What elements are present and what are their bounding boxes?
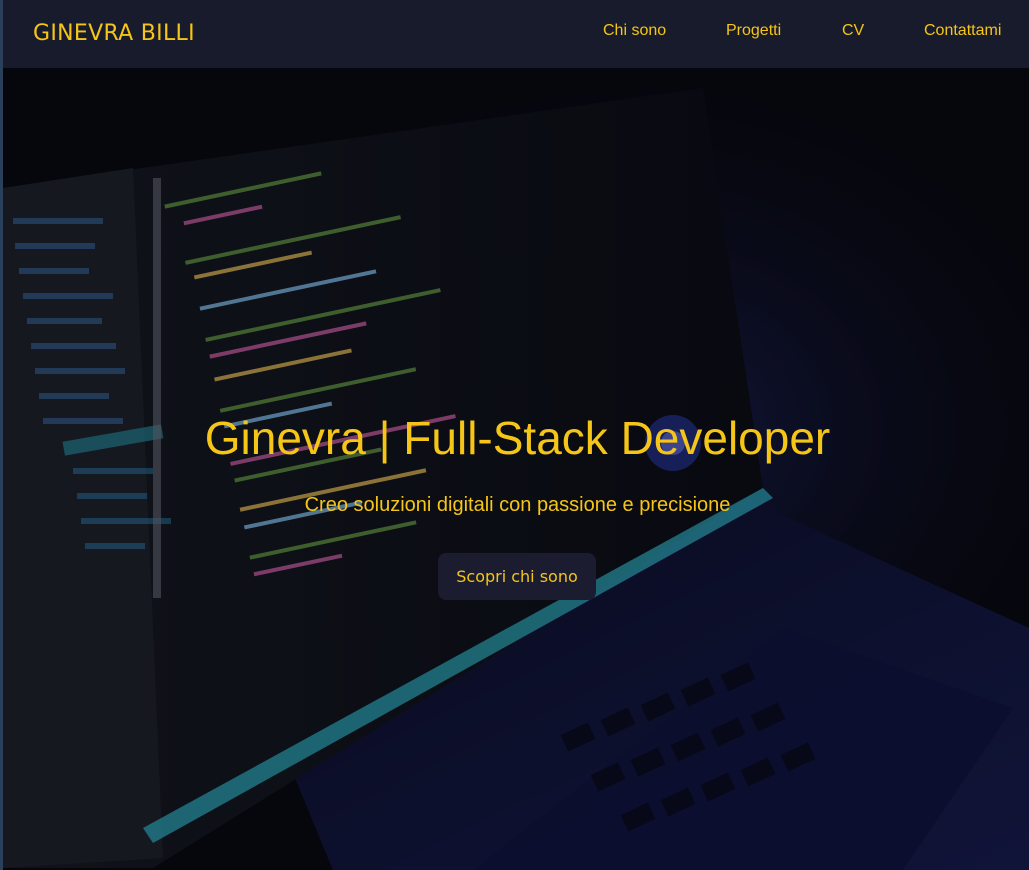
- page: GINEVRA BILLI Chi sono Progetti CV Conta…: [0, 0, 1029, 870]
- hero-title: Ginevra | Full-Stack Developer: [204, 412, 831, 464]
- nav-link-chi-sono[interactable]: Chi sono: [603, 22, 666, 40]
- nav-link-progetti[interactable]: Progetti: [726, 22, 781, 40]
- hero-section: Ginevra | Full-Stack Developer Creo solu…: [3, 68, 1029, 870]
- navbar: GINEVRA BILLI Chi sono Progetti CV Conta…: [3, 0, 1029, 68]
- hero-overlay: [3, 68, 1029, 870]
- brand-logo[interactable]: GINEVRA BILLI: [33, 21, 195, 46]
- nav-link-cv[interactable]: CV: [842, 22, 864, 40]
- nav-link-contattami[interactable]: Contattami: [924, 22, 1001, 40]
- hero-subtitle: Creo soluzioni digitali con passione e p…: [304, 494, 731, 516]
- discover-about-button[interactable]: Scopri chi sono: [438, 553, 596, 600]
